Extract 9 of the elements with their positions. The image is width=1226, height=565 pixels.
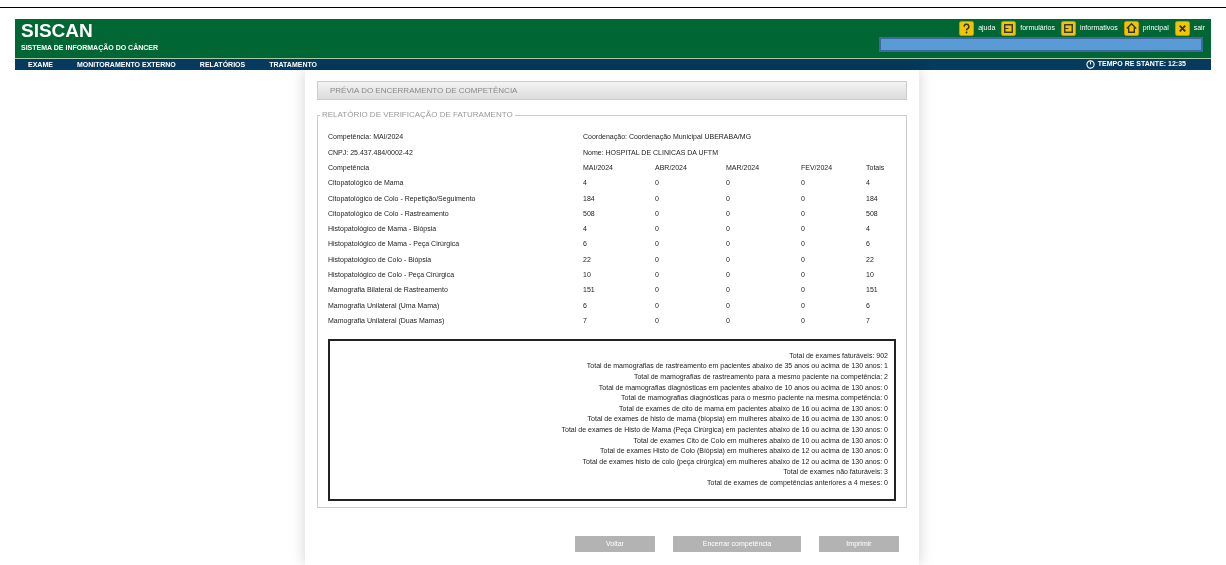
panel-title: PRÉVIA DO ENCERRAMENTO DE COMPETÊNCIA [317, 81, 907, 100]
question-icon [958, 21, 976, 36]
app-title: SISCAN [21, 20, 94, 42]
clock-icon [1085, 60, 1095, 69]
document-icon [1059, 21, 1077, 36]
home-icon [1122, 21, 1140, 36]
fieldset-legend: RELATÓRIO DE VERIFICAÇÃO DE FATURAMENTO [320, 110, 515, 120]
document-icon [1000, 21, 1018, 36]
close-icon [1173, 21, 1191, 36]
